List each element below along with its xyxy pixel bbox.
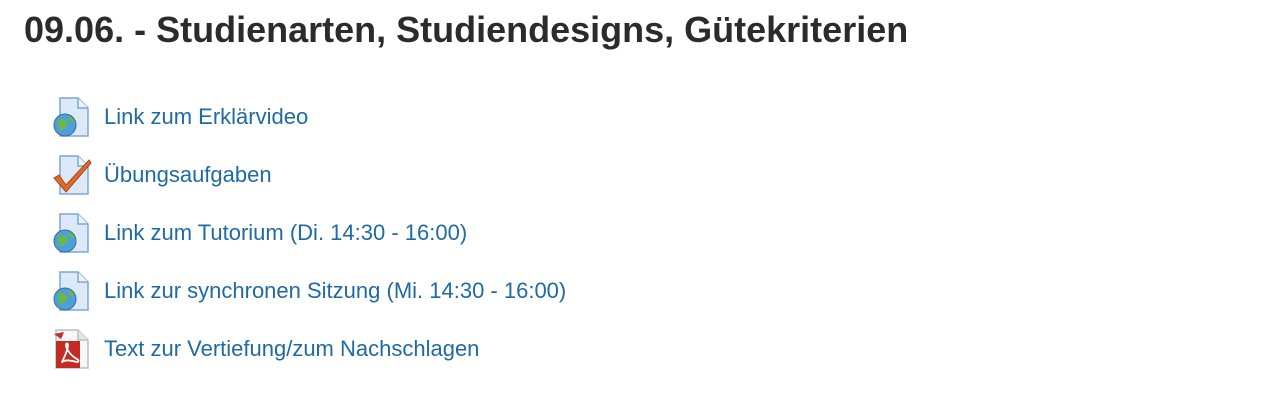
activity-item-tutorium: Link zum Tutorium (Di. 14:30 - 16:00): [52, 204, 566, 262]
activity-item-uebungsaufgaben: Übungsaufgaben: [52, 146, 566, 204]
activity-item-vertiefung: Text zur Vertiefung/zum Nachschlagen: [52, 320, 566, 378]
link-synchrone-sitzung[interactable]: Link zur synchronen Sitzung (Mi. 14:30 -…: [104, 277, 566, 305]
link-erklaervideo[interactable]: Link zum Erklärvideo: [104, 103, 308, 131]
url-globe-icon[interactable]: [52, 270, 92, 312]
link-tutorium[interactable]: Link zum Tutorium (Di. 14:30 - 16:00): [104, 219, 467, 247]
section-title: 09.06. - Studienarten, Studiendesigns, G…: [24, 9, 909, 50]
url-globe-icon[interactable]: [52, 212, 92, 254]
assignment-check-icon[interactable]: [52, 154, 92, 196]
activity-list: Link zum Erklärvideo Übungsaufgaben Link…: [52, 88, 566, 378]
course-section: 09.06. - Studienarten, Studiendesigns, G…: [0, 0, 1274, 412]
pdf-file-icon[interactable]: [52, 328, 92, 370]
url-globe-icon[interactable]: [52, 96, 92, 138]
link-uebungsaufgaben[interactable]: Übungsaufgaben: [104, 161, 272, 189]
link-vertiefung[interactable]: Text zur Vertiefung/zum Nachschlagen: [104, 335, 479, 363]
activity-item-synchrone-sitzung: Link zur synchronen Sitzung (Mi. 14:30 -…: [52, 262, 566, 320]
activity-item-erklaervideo: Link zum Erklärvideo: [52, 88, 566, 146]
